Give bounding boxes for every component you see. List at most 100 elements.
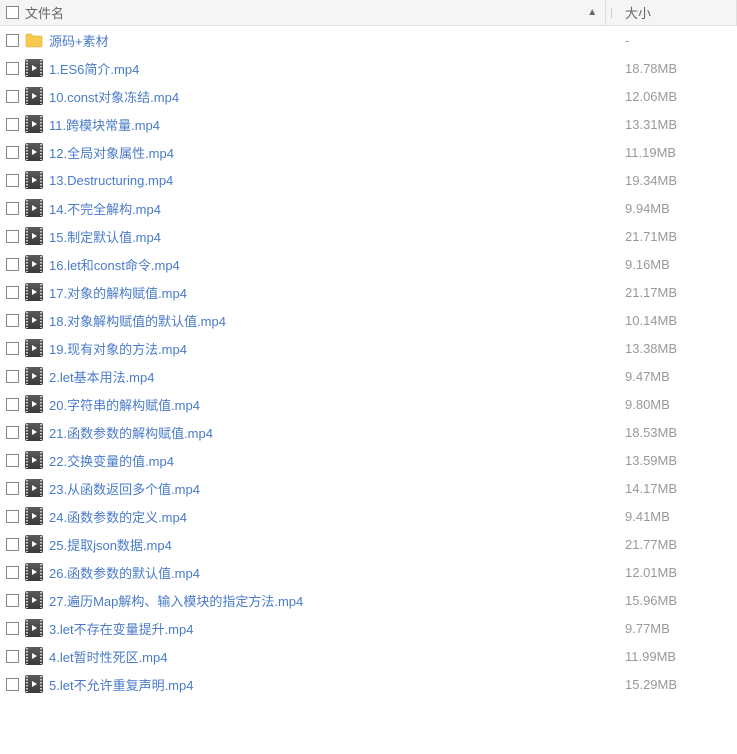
file-row[interactable]: 4.let暂时性死区.mp411.99MB [0, 642, 737, 670]
file-row[interactable]: 19.现有对象的方法.mp413.38MB [0, 334, 737, 362]
file-row[interactable]: 12.全局对象属性.mp411.19MB [0, 138, 737, 166]
file-row[interactable]: 24.函数参数的定义.mp49.41MB [0, 502, 737, 530]
video-file-icon [25, 339, 43, 357]
file-row[interactable]: 20.字符串的解构赋值.mp49.80MB [0, 390, 737, 418]
row-checkbox[interactable] [6, 622, 19, 635]
file-name-link[interactable]: 11.跨模块常量.mp4 [49, 115, 617, 134]
row-checkbox[interactable] [6, 62, 19, 75]
file-name-link[interactable]: 22.交换变量的值.mp4 [49, 451, 617, 470]
column-header-name[interactable]: 文件名 ▲ [0, 0, 606, 25]
file-name-link[interactable]: 18.对象解构赋值的默认值.mp4 [49, 311, 617, 330]
file-name-link[interactable]: 26.函数参数的默认值.mp4 [49, 563, 617, 582]
column-name-label: 文件名 [25, 3, 587, 22]
file-size: 18.78MB [617, 61, 737, 76]
file-row[interactable]: 2.let基本用法.mp49.47MB [0, 362, 737, 390]
row-checkbox[interactable] [6, 510, 19, 523]
row-checkbox[interactable] [6, 90, 19, 103]
file-name-link[interactable]: 27.遍历Map解构、输入模块的指定方法.mp4 [49, 591, 617, 610]
file-size: 9.80MB [617, 397, 737, 412]
file-name-link[interactable]: 3.let不存在变量提升.mp4 [49, 619, 617, 638]
file-name-link[interactable]: 10.const对象冻结.mp4 [49, 87, 617, 106]
file-row[interactable]: 15.制定默认值.mp421.71MB [0, 222, 737, 250]
video-file-icon [25, 423, 43, 441]
row-checkbox[interactable] [6, 482, 19, 495]
file-size: 10.14MB [617, 313, 737, 328]
file-name-link[interactable]: 20.字符串的解构赋值.mp4 [49, 395, 617, 414]
row-checkbox[interactable] [6, 202, 19, 215]
column-header-size[interactable]: 大小 [617, 0, 737, 25]
file-row[interactable]: 14.不完全解构.mp49.94MB [0, 194, 737, 222]
row-checkbox[interactable] [6, 538, 19, 551]
file-size: 11.19MB [617, 145, 737, 160]
video-file-icon [25, 227, 43, 245]
file-list: 源码+素材-1.ES6简介.mp418.78MB10.const对象冻结.mp4… [0, 26, 737, 698]
file-size: 15.96MB [617, 593, 737, 608]
video-file-icon [25, 619, 43, 637]
file-name-link[interactable]: 4.let暂时性死区.mp4 [49, 647, 617, 666]
row-checkbox[interactable] [6, 650, 19, 663]
file-row[interactable]: 26.函数参数的默认值.mp412.01MB [0, 558, 737, 586]
file-name-link[interactable]: 23.从函数返回多个值.mp4 [49, 479, 617, 498]
row-checkbox[interactable] [6, 566, 19, 579]
file-name-link[interactable]: 14.不完全解构.mp4 [49, 199, 617, 218]
video-file-icon [25, 675, 43, 693]
row-checkbox[interactable] [6, 594, 19, 607]
file-row[interactable]: 1.ES6简介.mp418.78MB [0, 54, 737, 82]
row-checkbox[interactable] [6, 454, 19, 467]
file-row[interactable]: 21.函数参数的解构赋值.mp418.53MB [0, 418, 737, 446]
video-file-icon [25, 143, 43, 161]
row-checkbox[interactable] [6, 426, 19, 439]
file-row[interactable]: 25.提取json数据.mp421.77MB [0, 530, 737, 558]
row-checkbox[interactable] [6, 286, 19, 299]
column-divider: | [606, 7, 617, 19]
file-row[interactable]: 10.const对象冻结.mp412.06MB [0, 82, 737, 110]
file-name-link[interactable]: 源码+素材 [49, 31, 617, 50]
file-row[interactable]: 23.从函数返回多个值.mp414.17MB [0, 474, 737, 502]
file-row[interactable]: 5.let不允许重复声明.mp415.29MB [0, 670, 737, 698]
row-checkbox[interactable] [6, 258, 19, 271]
file-row[interactable]: 3.let不存在变量提升.mp49.77MB [0, 614, 737, 642]
row-checkbox[interactable] [6, 314, 19, 327]
file-size: 9.77MB [617, 621, 737, 636]
file-name-link[interactable]: 2.let基本用法.mp4 [49, 367, 617, 386]
row-checkbox[interactable] [6, 146, 19, 159]
file-name-link[interactable]: 15.制定默认值.mp4 [49, 227, 617, 246]
file-row[interactable]: 18.对象解构赋值的默认值.mp410.14MB [0, 306, 737, 334]
file-size: 21.77MB [617, 537, 737, 552]
file-size: 9.16MB [617, 257, 737, 272]
row-checkbox[interactable] [6, 370, 19, 383]
file-name-link[interactable]: 24.函数参数的定义.mp4 [49, 507, 617, 526]
file-name-link[interactable]: 19.现有对象的方法.mp4 [49, 339, 617, 358]
row-checkbox[interactable] [6, 342, 19, 355]
file-name-link[interactable]: 12.全局对象属性.mp4 [49, 143, 617, 162]
file-size: 19.34MB [617, 173, 737, 188]
file-size: 9.94MB [617, 201, 737, 216]
row-checkbox[interactable] [6, 118, 19, 131]
row-checkbox[interactable] [6, 174, 19, 187]
file-row[interactable]: 22.交换变量的值.mp413.59MB [0, 446, 737, 474]
sort-ascending-icon: ▲ [587, 7, 605, 18]
file-name-link[interactable]: 1.ES6简介.mp4 [49, 59, 617, 78]
row-checkbox[interactable] [6, 34, 19, 47]
file-name-link[interactable]: 13.Destructuring.mp4 [49, 173, 617, 188]
video-file-icon [25, 87, 43, 105]
file-name-link[interactable]: 25.提取json数据.mp4 [49, 535, 617, 554]
file-size: 21.71MB [617, 229, 737, 244]
file-row[interactable]: 17.对象的解构赋值.mp421.17MB [0, 278, 737, 306]
file-row[interactable]: 16.let和const命令.mp49.16MB [0, 250, 737, 278]
select-all-checkbox[interactable] [6, 6, 19, 19]
file-name-link[interactable]: 16.let和const命令.mp4 [49, 255, 617, 274]
file-row[interactable]: 27.遍历Map解构、输入模块的指定方法.mp415.96MB [0, 586, 737, 614]
file-row[interactable]: 源码+素材- [0, 26, 737, 54]
video-file-icon [25, 479, 43, 497]
row-checkbox[interactable] [6, 230, 19, 243]
row-checkbox[interactable] [6, 398, 19, 411]
row-checkbox[interactable] [6, 678, 19, 691]
file-name-link[interactable]: 17.对象的解构赋值.mp4 [49, 283, 617, 302]
file-row[interactable]: 13.Destructuring.mp419.34MB [0, 166, 737, 194]
file-name-link[interactable]: 21.函数参数的解构赋值.mp4 [49, 423, 617, 442]
file-size: - [617, 33, 737, 48]
file-row[interactable]: 11.跨模块常量.mp413.31MB [0, 110, 737, 138]
file-name-link[interactable]: 5.let不允许重复声明.mp4 [49, 675, 617, 694]
file-size: 13.38MB [617, 341, 737, 356]
